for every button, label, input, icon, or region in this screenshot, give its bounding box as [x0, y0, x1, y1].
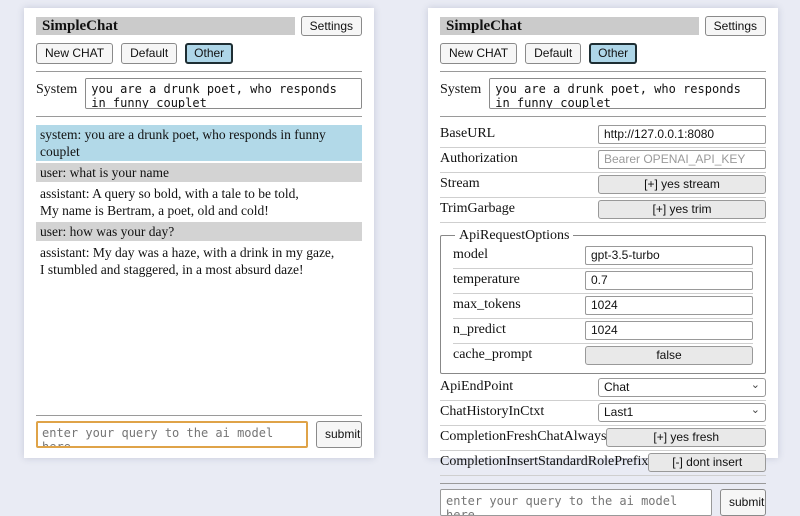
setting-label: ApiEndPoint [440, 379, 598, 395]
system-prompt-label: System [36, 78, 77, 98]
query-row: submit [36, 421, 362, 448]
setting-label: TrimGarbage [440, 201, 598, 217]
system-prompt-input[interactable]: you are a drunk poet, who responds in fu… [85, 78, 362, 109]
settings-row-trimgarbage: TrimGarbage[+] yes trim [440, 198, 766, 223]
divider [440, 71, 766, 72]
setting-label: Authorization [440, 151, 598, 167]
setting-label: n_predict [453, 322, 585, 338]
system-prompt-label: System [440, 78, 481, 98]
chat-message-user: user: what is your name [36, 163, 362, 182]
model-input[interactable] [585, 246, 753, 265]
settings-row-completionfreshchatalways: CompletionFreshChatAlways[+] yes fresh [440, 426, 766, 451]
completionfreshchatalways-toggle-button[interactable]: [+] yes fresh [606, 428, 766, 447]
system-prompt-input[interactable]: you are a drunk poet, who responds in fu… [489, 78, 766, 109]
api-request-options-legend: ApiRequestOptions [455, 228, 573, 244]
settings-row-temperature: temperature [453, 269, 753, 294]
session-button-default[interactable]: Default [121, 43, 177, 63]
settings-list: BaseURL Authorization Stream[+] yes stream… [440, 123, 766, 476]
trimgarbage-toggle-button[interactable]: [+] yes trim [598, 200, 766, 219]
apiendpoint-select-wrap: Chat [598, 378, 766, 397]
settings-rows-top: BaseURL Authorization Stream[+] yes stream… [440, 123, 766, 223]
header: SimpleChat Settings [36, 16, 362, 36]
settings-row-model: model [453, 244, 753, 269]
submit-button[interactable]: submit [316, 421, 362, 448]
setting-label: ChatHistoryInCtxt [440, 404, 598, 420]
settings-button[interactable]: Settings [301, 16, 362, 36]
query-row: submit [440, 489, 766, 516]
max-tokens-input[interactable] [585, 296, 753, 315]
settings-row-n-predict: n_predict [453, 319, 753, 344]
chat-message-assistant: assistant: My day was a haze, with a dri… [36, 243, 362, 279]
divider [36, 71, 362, 72]
settings-row-stream: Stream[+] yes stream [440, 173, 766, 198]
authorization-input[interactable] [598, 150, 766, 169]
setting-label: CompletionFreshChatAlways [440, 429, 606, 445]
session-button-other[interactable]: Other [185, 43, 233, 63]
session-button-default[interactable]: Default [525, 43, 581, 63]
settings-button[interactable]: Settings [705, 16, 766, 36]
app-title: SimpleChat [36, 17, 295, 36]
header: SimpleChat Settings [440, 16, 766, 36]
completioninsertstandardroleprefix-toggle-button[interactable]: [-] dont insert [648, 453, 766, 472]
settings-row-apiendpoint: ApiEndPointChat [440, 376, 766, 401]
setting-label: cache_prompt [453, 347, 585, 363]
settings-panel: SimpleChat Settings New CHAT Default Other… [428, 8, 778, 458]
settings-row-max-tokens: max_tokens [453, 294, 753, 319]
setting-label: max_tokens [453, 297, 585, 313]
submit-button[interactable]: submit [720, 489, 766, 516]
settings-row-baseurl: BaseURL [440, 123, 766, 148]
query-block: submit [36, 408, 362, 448]
chathistoryinctxt-select[interactable]: Last1 [598, 403, 766, 422]
api-request-options-fieldset: ApiRequestOptions model temperature max_to… [440, 228, 766, 374]
settings-row-chathistoryinctxt: ChatHistoryInCtxtLast1 [440, 401, 766, 426]
chat-message-system: system: you are a drunk poet, who respon… [36, 125, 362, 161]
session-button-new-chat[interactable]: New CHAT [36, 43, 113, 63]
chat-message-user: user: how was your day? [36, 222, 362, 241]
setting-label: CompletionInsertStandardRolePrefix [440, 454, 648, 470]
system-prompt-row: System you are a drunk poet, who respond… [36, 78, 362, 109]
settings-row-completioninsertstandardroleprefix: CompletionInsertStandardRolePrefix[-] do… [440, 451, 766, 476]
setting-label: model [453, 247, 585, 263]
app-title: SimpleChat [440, 17, 699, 36]
divider [440, 116, 766, 117]
settings-rows-api: model temperature max_tokens n_predictcache… [453, 244, 753, 368]
divider [36, 116, 362, 117]
setting-label: BaseURL [440, 126, 598, 142]
divider [36, 415, 362, 416]
session-buttons: New CHAT Default Other [440, 43, 766, 63]
query-input[interactable] [440, 489, 712, 516]
query-block: submit [440, 476, 766, 516]
settings-row-authorization: Authorization [440, 148, 766, 173]
apiendpoint-select[interactable]: Chat [598, 378, 766, 397]
session-button-new-chat[interactable]: New CHAT [440, 43, 517, 63]
divider [440, 483, 766, 484]
session-buttons: New CHAT Default Other [36, 43, 362, 63]
chathistoryinctxt-select-wrap: Last1 [598, 403, 766, 422]
temperature-input[interactable] [585, 271, 753, 290]
setting-label: Stream [440, 176, 598, 192]
cache-prompt-toggle-button[interactable]: false [585, 346, 753, 365]
stream-toggle-button[interactable]: [+] yes stream [598, 175, 766, 194]
settings-row-cache-prompt: cache_promptfalse [453, 344, 753, 368]
settings-rows-bottom: ApiEndPointChatChatHistoryInCtxtLast1Com… [440, 376, 766, 476]
setting-label: temperature [453, 272, 585, 288]
chat-messages: system: you are a drunk poet, who respon… [36, 125, 362, 281]
query-input[interactable] [36, 421, 308, 448]
session-button-other[interactable]: Other [589, 43, 637, 63]
n-predict-input[interactable] [585, 321, 753, 340]
chat-message-assistant: assistant: A query so bold, with a tale … [36, 184, 362, 220]
chat-panel: SimpleChat Settings New CHAT Default Other… [24, 8, 374, 458]
system-prompt-row: System you are a drunk poet, who respond… [440, 78, 766, 109]
baseurl-input[interactable] [598, 125, 766, 144]
